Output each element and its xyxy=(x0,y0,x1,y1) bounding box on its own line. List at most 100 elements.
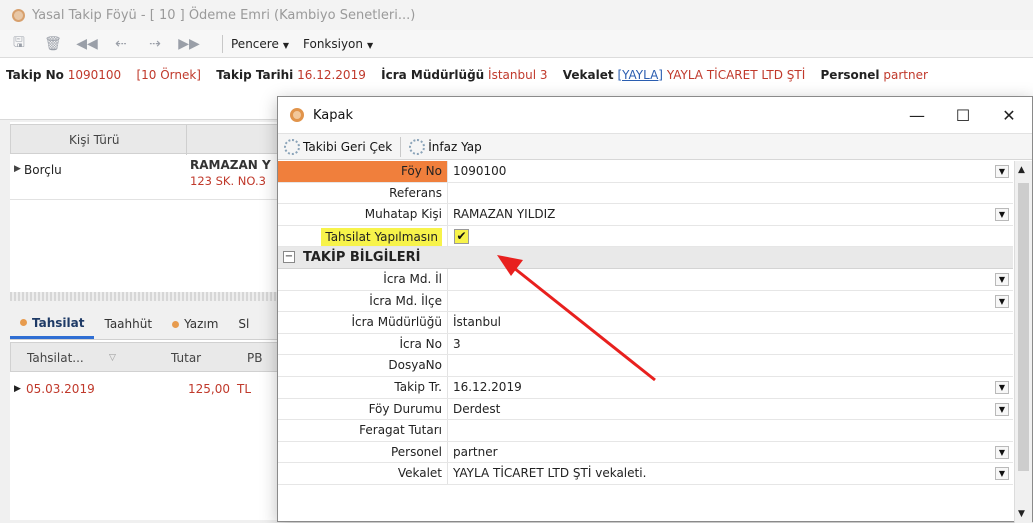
tab-dot-icon xyxy=(172,320,180,328)
property-value[interactable] xyxy=(450,183,1010,204)
property-label: Feragat Tutarı xyxy=(278,420,448,441)
maximize-button[interactable]: ☐ xyxy=(940,97,986,133)
property-row[interactable]: Personel partner ▼ xyxy=(278,441,1013,464)
tab-sl[interactable]: Sl xyxy=(228,309,259,339)
scrollbar-thumb[interactable] xyxy=(1018,183,1029,471)
property-label: Referans xyxy=(278,182,448,204)
property-value[interactable] xyxy=(450,355,1010,376)
scroll-up-icon[interactable]: ▲ xyxy=(1018,165,1025,175)
vertical-scrollbar[interactable]: ▲ ▼ xyxy=(1014,161,1032,523)
takibi-geri-cek-button[interactable]: Takibi Geri Çek xyxy=(303,140,392,154)
table-row[interactable]: ▶ Borçlu RAMAZAN Y 123 SK. NO.3 xyxy=(10,154,300,200)
dropdown-arrow-icon[interactable]: ▼ xyxy=(995,445,1009,459)
dropdown-arrow-icon[interactable]: ▼ xyxy=(995,208,1009,222)
property-value[interactable]: 16.12.2019 xyxy=(450,377,1010,398)
dropdown-arrow-icon[interactable]: ▼ xyxy=(995,273,1009,286)
dialog-title: Kapak xyxy=(313,107,354,123)
table-row[interactable]: ▶ 05.03.2019 125,00 TL xyxy=(10,376,300,404)
property-value[interactable]: 3 xyxy=(450,334,1010,355)
property-value[interactable]: partner xyxy=(450,442,1010,463)
property-value[interactable] xyxy=(450,269,1010,290)
minimize-button[interactable]: — xyxy=(894,97,940,133)
menu-fonksiyon[interactable]: Fonksiyon ▼ xyxy=(303,37,373,51)
column-header-tutar[interactable]: Tutar xyxy=(171,351,201,365)
property-label: İcra Md. İl xyxy=(278,269,448,290)
property-value[interactable]: Derdest xyxy=(450,399,1010,420)
toolbar-divider xyxy=(400,136,402,157)
column-header-tahsilat[interactable]: Tahsilat... xyxy=(27,351,84,365)
property-checkbox-cell[interactable]: ✔ xyxy=(450,226,1010,247)
payment-currency: TL xyxy=(237,382,252,396)
first-record-icon[interactable]: ◀◀ xyxy=(72,33,102,55)
column-header-pb[interactable]: PB xyxy=(247,351,262,365)
property-value[interactable] xyxy=(450,420,1010,441)
property-row[interactable]: Tahsilat Yapılmasın ✔ xyxy=(278,225,1013,248)
main-window-title: Yasal Takip Föyü - [ 10 ] Ödeme Emri (Ka… xyxy=(32,7,416,23)
property-row[interactable]: Referans xyxy=(278,182,1013,205)
tab-tahsilat[interactable]: Tahsilat xyxy=(10,309,95,339)
dropdown-arrow-icon[interactable]: ▼ xyxy=(995,467,1009,481)
property-row[interactable]: Föy Durumu Derdest ▼ xyxy=(278,398,1013,421)
next-record-icon[interactable]: ⇢ xyxy=(140,33,170,55)
app-icon xyxy=(290,108,304,122)
sort-icon[interactable]: ▽ xyxy=(109,353,116,363)
row-indicator-icon: ▶ xyxy=(14,164,21,174)
takip-no-label: Takip No xyxy=(6,68,64,82)
last-record-icon[interactable]: ▶▶ xyxy=(174,33,204,55)
tab-dot-icon xyxy=(20,319,27,326)
tab-taahhut[interactable]: Taahhüt xyxy=(94,309,162,339)
dialog-titlebar[interactable]: Kapak — ☐ ✕ xyxy=(278,97,1032,133)
property-label: Tahsilat Yapılmasın xyxy=(278,225,448,247)
dropdown-arrow-icon[interactable]: ▼ xyxy=(995,402,1009,416)
dropdown-arrow-icon[interactable]: ▼ xyxy=(995,381,1009,394)
property-label: Föy Durumu xyxy=(278,398,448,420)
party-address: 123 SK. NO.3 xyxy=(190,174,266,188)
splitter-handle[interactable] xyxy=(10,292,300,301)
dropdown-arrow-icon[interactable]: ▼ xyxy=(995,294,1009,308)
vekalet-label: Vekalet xyxy=(562,68,614,82)
property-row[interactable]: Feragat Tutarı xyxy=(278,420,1013,442)
previous-record-icon[interactable]: ⇠ xyxy=(106,33,136,55)
category-takip-bilgileri[interactable]: − TAKİP BİLGİLERİ xyxy=(278,247,1013,269)
checkbox[interactable]: ✔ xyxy=(454,228,469,244)
record-info-line: Takip No 1090100 [10 Örnek] Takip Tarihi… xyxy=(6,68,928,82)
row-indicator-icon: ▶ xyxy=(14,384,21,394)
property-label: İcra No xyxy=(278,333,448,355)
property-value[interactable]: İstanbul xyxy=(450,312,1010,333)
tab-strip: Tahsilat Taahhüt Yazım Sl xyxy=(10,304,300,340)
column-header-kisi-turu[interactable]: Kişi Türü xyxy=(69,133,119,147)
takip-no-value: 1090100 xyxy=(67,68,122,82)
property-value[interactable] xyxy=(450,291,1010,312)
infaz-yap-icon xyxy=(409,138,426,155)
main-window-titlebar: Yasal Takip Föyü - [ 10 ] Ödeme Emri (Ka… xyxy=(0,0,1033,30)
menu-pencere[interactable]: Pencere ▼ xyxy=(231,37,289,51)
property-row[interactable]: İcra Md. İl ▼ xyxy=(278,269,1013,291)
save-icon[interactable]: 🖫 xyxy=(4,33,34,55)
property-row[interactable]: İcra No 3 xyxy=(278,333,1013,356)
property-row[interactable]: Vekalet YAYLA TİCARET LTD ŞTİ vekaleti. ▼ xyxy=(278,463,1013,485)
property-value[interactable]: YAYLA TİCARET LTD ŞTİ vekaleti. xyxy=(450,463,1010,484)
property-row[interactable]: DosyaNo xyxy=(278,355,1013,377)
property-row[interactable]: İcra Müdürlüğü İstanbul xyxy=(278,312,1013,334)
category-label: TAKİP BİLGİLERİ xyxy=(303,250,421,266)
tab-yazim[interactable]: Yazım xyxy=(162,309,228,339)
property-row[interactable]: Muhatap Kişi RAMAZAN YILDIZ ▼ xyxy=(278,204,1013,226)
infaz-yap-button[interactable]: İnfaz Yap xyxy=(428,140,481,154)
party-name: RAMAZAN Y xyxy=(190,158,271,172)
app-icon xyxy=(12,8,25,22)
scroll-down-icon[interactable]: ▼ xyxy=(1018,509,1025,519)
delete-icon[interactable]: 🗑 xyxy=(38,33,68,55)
close-button[interactable]: ✕ xyxy=(986,97,1032,133)
payment-grid: Tahsilat... ▽ Tutar PB ▶ 05.03.2019 125,… xyxy=(10,340,300,520)
property-row[interactable]: İcra Md. İlçe ▼ xyxy=(278,290,1013,313)
property-row[interactable]: Föy No 1090100 ▼ xyxy=(278,161,1013,183)
icra-value: İstanbul 3 xyxy=(488,68,548,82)
ornek-value: [10 Örnek] xyxy=(136,68,201,82)
payment-grid-header: Tahsilat... ▽ Tutar PB xyxy=(10,342,300,372)
collapse-icon[interactable]: − xyxy=(283,251,295,264)
dropdown-arrow-icon[interactable]: ▼ xyxy=(995,165,1009,178)
property-value[interactable]: RAMAZAN YILDIZ xyxy=(450,204,1010,225)
property-value[interactable]: 1090100 xyxy=(450,161,1010,182)
property-row[interactable]: Takip Tr. 16.12.2019 ▼ xyxy=(278,377,1013,399)
vekalet-link[interactable]: [YAYLA] xyxy=(617,68,663,82)
